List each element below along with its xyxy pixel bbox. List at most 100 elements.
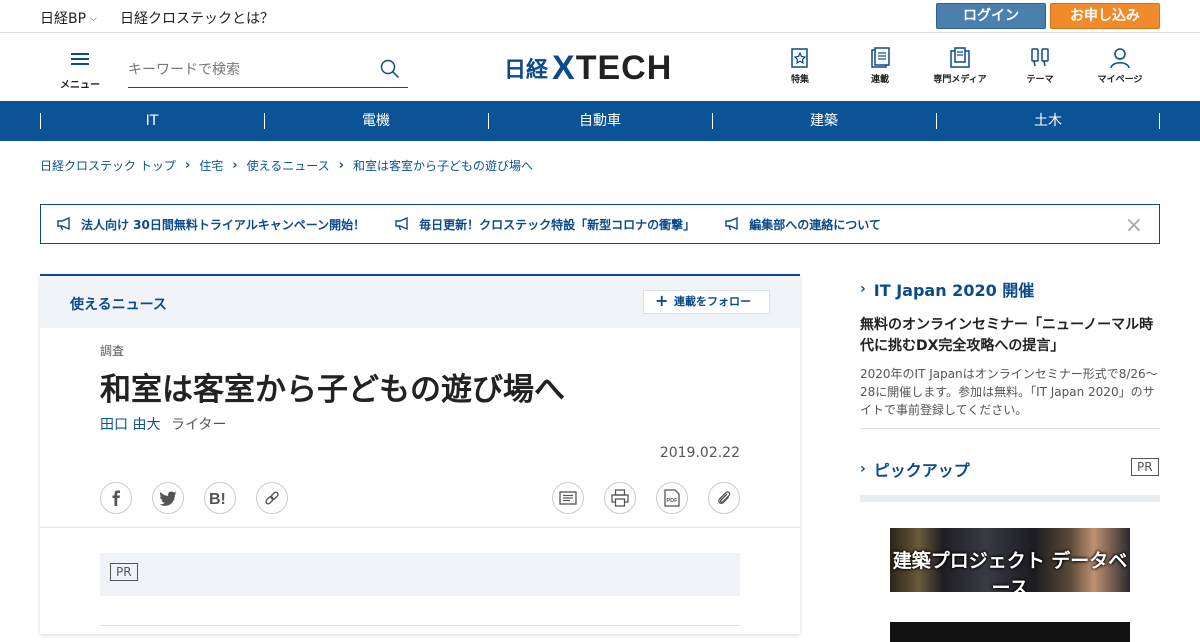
article-card: 使えるニュース + 連載をフォロー 調査 和室は客室から子どもの遊び場へ 田口 由… — [40, 274, 800, 634]
chevron-down-icon: ⌵ — [90, 14, 97, 24]
search-box — [128, 53, 408, 88]
banner-text: 建築プロジェクト データベース — [892, 550, 1128, 592]
nav-theme-label: テーマ — [1026, 75, 1054, 85]
banner-next[interactable] — [890, 622, 1130, 642]
category-separator — [1159, 113, 1160, 129]
facebook-icon — [112, 490, 120, 506]
follow-series-button[interactable]: + 連載をフォロー — [643, 290, 770, 314]
plus-icon: + — [655, 291, 669, 310]
category-architecture[interactable]: 建築 — [712, 101, 936, 141]
notice-bar: 法人向け 30日間無料トライアルキャンペーン開始！ 毎日更新！クロステック特設「… — [40, 204, 1160, 244]
chevron-right-icon: › — [338, 158, 344, 173]
clip-button[interactable] — [708, 482, 740, 514]
feature-icon — [791, 48, 808, 68]
project-database-banner[interactable]: 建築プロジェクト データベース — [890, 528, 1130, 592]
divider — [100, 625, 740, 626]
follow-label: 連載をフォロー — [674, 295, 751, 308]
chevron-right-icon: › — [232, 158, 238, 173]
chevron-right-icon: › — [860, 461, 866, 477]
close-icon[interactable]: × — [1125, 213, 1143, 238]
pr-ad-box: PR — [100, 553, 740, 596]
category-civil-engineering[interactable]: 土木 — [936, 101, 1160, 141]
nav-media[interactable]: 専門メディア — [925, 47, 995, 85]
theme-icon — [1031, 48, 1049, 67]
category-nav: IT 電機 自動車 建築 土木 — [0, 101, 1200, 141]
pickup-pr-label: PR — [1131, 458, 1159, 476]
series-name[interactable]: 使えるニュース — [70, 294, 167, 314]
pickup-separator-bar — [860, 495, 1160, 502]
nav-feature[interactable]: 特集 — [765, 47, 835, 85]
nav-theme[interactable]: テーマ — [1005, 47, 1075, 85]
event-description: 2020年のIT Japanはオンラインセミナー形式で8/26～28に開催します… — [860, 367, 1158, 417]
category-it[interactable]: IT — [40, 101, 264, 141]
series-icon — [871, 47, 890, 68]
divider — [860, 428, 1160, 429]
twitter-icon — [159, 490, 177, 506]
divider — [40, 527, 800, 528]
pickup-heading[interactable]: › ピックアップ — [860, 457, 970, 481]
hamburger-icon — [71, 53, 89, 55]
article-kicker: 調査 — [100, 344, 125, 358]
nikkei-bp-link[interactable]: 日経BP ⌵ — [40, 8, 97, 28]
top-utility-bar: 日経BP ⌵ 日経クロステックとは？ ログイン お申し込み — [0, 0, 1200, 33]
notice-item-contact[interactable]: 編集部への連絡について — [725, 216, 881, 233]
nikkei-bp-label: 日経BP — [40, 11, 87, 27]
notice-item-corona[interactable]: 毎日更新！クロステック特設「新型コロナの衝撃」 — [395, 216, 695, 233]
breadcrumb-series[interactable]: 使えるニュース — [247, 157, 330, 174]
site-header: メニュー 日経 XTECH 特集 連載 専門メディア テーマ マイページ — [0, 33, 1200, 101]
pdf-icon: PDF — [664, 489, 680, 507]
pdf-button[interactable]: PDF — [656, 482, 688, 514]
svg-text:B!: B! — [209, 491, 226, 506]
hatena-share-button[interactable]: B! — [204, 482, 236, 514]
breadcrumb-home[interactable]: 日経クロステック トップ — [40, 157, 176, 174]
publish-date: 2019.02.22 — [659, 445, 740, 461]
megaphone-icon — [725, 217, 738, 231]
nav-mypage[interactable]: マイページ — [1085, 47, 1155, 85]
notice-item-label: 編集部への連絡について — [749, 217, 881, 232]
logo-xtech-text: XTECH — [552, 49, 672, 88]
megaphone-icon — [57, 217, 70, 231]
menu-button[interactable]: メニュー — [58, 51, 102, 91]
pickup-heading-label: ピックアップ — [873, 461, 970, 480]
twitter-share-button[interactable] — [152, 482, 184, 514]
logo-tech-mark: TECH — [575, 48, 673, 87]
nav-feature-label: 特集 — [790, 75, 809, 85]
site-logo[interactable]: 日経 XTECH — [504, 48, 672, 88]
comment-button[interactable] — [552, 482, 584, 514]
login-button[interactable]: ログイン — [936, 3, 1046, 29]
notice-item-trial[interactable]: 法人向け 30日間無料トライアルキャンペーン開始！ — [57, 216, 365, 233]
facebook-share-button[interactable] — [100, 482, 132, 514]
author-role: ライター — [171, 417, 227, 433]
link-icon — [265, 491, 279, 505]
hatena-bookmark-icon: B! — [209, 491, 226, 506]
event-title-link[interactable]: 無料のオンラインセミナー「ニューノーマル時代に挑むDX完全攻略への提言」 — [860, 315, 1160, 357]
logo-x-mark: X — [552, 48, 576, 87]
breadcrumb-housing[interactable]: 住宅 — [199, 157, 223, 174]
logo-nikkei-text: 日経 — [504, 58, 549, 83]
about-link[interactable]: 日経クロステックとは？ — [120, 8, 274, 28]
category-electronics[interactable]: 電機 — [264, 101, 488, 141]
nav-media-label: 専門メディア — [933, 75, 987, 85]
media-icon — [950, 47, 970, 68]
breadcrumb-current[interactable]: 和室は客室から子どもの遊び場へ — [353, 157, 533, 174]
copy-link-button[interactable] — [256, 482, 288, 514]
pr-label: PR — [110, 563, 138, 581]
notice-item-label: 法人向け 30日間無料トライアルキャンペーン開始！ — [81, 217, 366, 232]
search-input[interactable] — [128, 53, 368, 83]
nav-series[interactable]: 連載 — [845, 47, 915, 85]
user-icon — [1110, 48, 1130, 69]
breadcrumb: 日経クロステック トップ › 住宅 › 使えるニュース › 和室は客室から子ども… — [40, 157, 533, 174]
event-heading[interactable]: › IT Japan 2020 開催 — [860, 277, 1034, 301]
event-heading-label: IT Japan 2020 開催 — [873, 281, 1035, 300]
nav-series-label: 連載 — [870, 75, 889, 85]
author-name[interactable]: 田口 由大 — [100, 414, 160, 434]
apply-button[interactable]: お申し込み — [1050, 3, 1160, 29]
clip-icon — [718, 491, 731, 505]
series-header: 使えるニュース + 連載をフォロー — [40, 276, 800, 328]
notice-item-label: 毎日更新！クロステック特設「新型コロナの衝撃」 — [419, 217, 696, 232]
search-icon[interactable] — [380, 59, 400, 79]
category-automotive[interactable]: 自動車 — [488, 101, 712, 141]
print-icon — [611, 489, 629, 507]
article-title: 和室は客室から子どもの遊び場へ — [100, 372, 565, 408]
print-button[interactable] — [604, 482, 636, 514]
